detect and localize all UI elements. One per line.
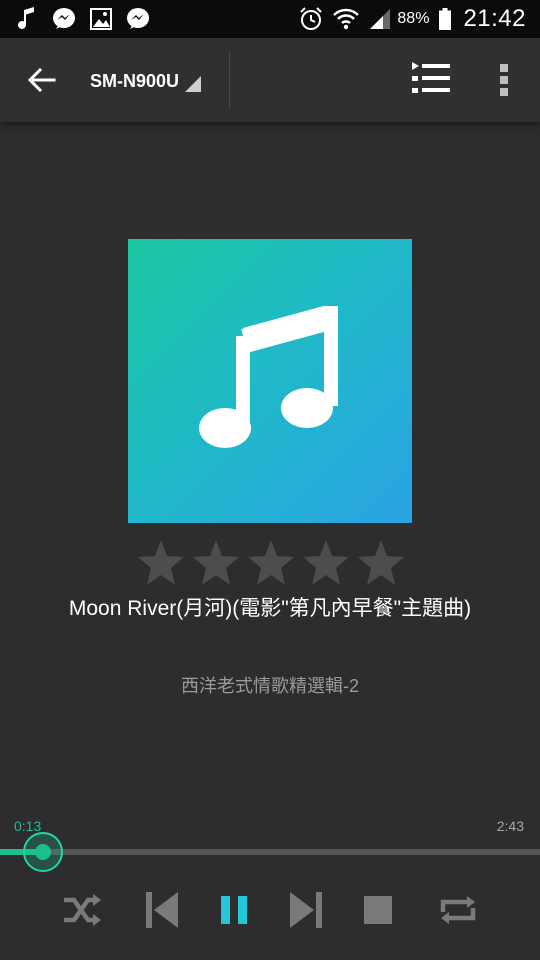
back-button[interactable] bbox=[26, 64, 58, 96]
star-icon[interactable] bbox=[356, 538, 406, 588]
star-icon[interactable] bbox=[191, 538, 241, 588]
messenger-icon bbox=[52, 7, 76, 31]
seek-bar-thumb[interactable] bbox=[23, 832, 63, 872]
skip-next-icon bbox=[290, 892, 322, 928]
seek-bar[interactable] bbox=[0, 849, 540, 855]
total-duration: 2:43 bbox=[496, 818, 524, 834]
next-button[interactable] bbox=[284, 888, 328, 932]
music-note-icon bbox=[16, 7, 38, 31]
stop-icon bbox=[364, 896, 392, 924]
repeat-icon bbox=[440, 896, 476, 924]
album-name: 西洋老式情歌精選輯-2 bbox=[180, 676, 359, 696]
stop-button[interactable] bbox=[356, 888, 400, 932]
alarm-icon bbox=[299, 7, 323, 31]
shuffle-icon bbox=[64, 894, 101, 926]
overflow-menu-button[interactable] bbox=[490, 60, 518, 100]
album-art bbox=[128, 239, 412, 523]
signal-icon bbox=[369, 8, 391, 30]
elapsed-time: 0:13 bbox=[14, 818, 42, 834]
rating-stars bbox=[136, 538, 406, 590]
messenger-icon bbox=[126, 7, 150, 31]
wifi-icon bbox=[333, 8, 360, 30]
playback-controls bbox=[0, 880, 540, 940]
star-icon[interactable] bbox=[301, 538, 351, 588]
queue-list-button[interactable] bbox=[410, 60, 454, 100]
app-bar: SM-N900U bbox=[0, 38, 540, 122]
song-title: Moon River(月河)(電影"第凡內早餐"主題曲) bbox=[68, 597, 472, 620]
device-name: SM-N900U bbox=[90, 71, 180, 91]
battery-icon bbox=[439, 8, 452, 30]
clock: 21:42 bbox=[463, 5, 526, 32]
playlist-icon bbox=[412, 62, 450, 93]
status-bar: 88% 21:42 bbox=[0, 0, 540, 38]
skip-previous-icon bbox=[146, 892, 178, 928]
star-icon[interactable] bbox=[136, 538, 186, 588]
previous-button[interactable] bbox=[140, 888, 184, 932]
device-selector[interactable]: SM-N900U bbox=[90, 66, 202, 96]
music-note-icon bbox=[199, 306, 338, 448]
dropdown-caret-icon bbox=[185, 76, 202, 92]
pause-icon bbox=[221, 896, 247, 924]
gallery-icon bbox=[90, 8, 112, 30]
arrow-back-icon bbox=[27, 67, 56, 93]
divider bbox=[229, 52, 230, 108]
pause-button[interactable] bbox=[212, 888, 256, 932]
shuffle-button[interactable] bbox=[60, 888, 104, 932]
star-icon[interactable] bbox=[246, 538, 296, 588]
more-vert-icon bbox=[500, 64, 508, 96]
repeat-button[interactable] bbox=[436, 888, 480, 932]
battery-percent: 88% bbox=[397, 10, 430, 27]
seek-bar-thumb-dot bbox=[35, 844, 51, 860]
